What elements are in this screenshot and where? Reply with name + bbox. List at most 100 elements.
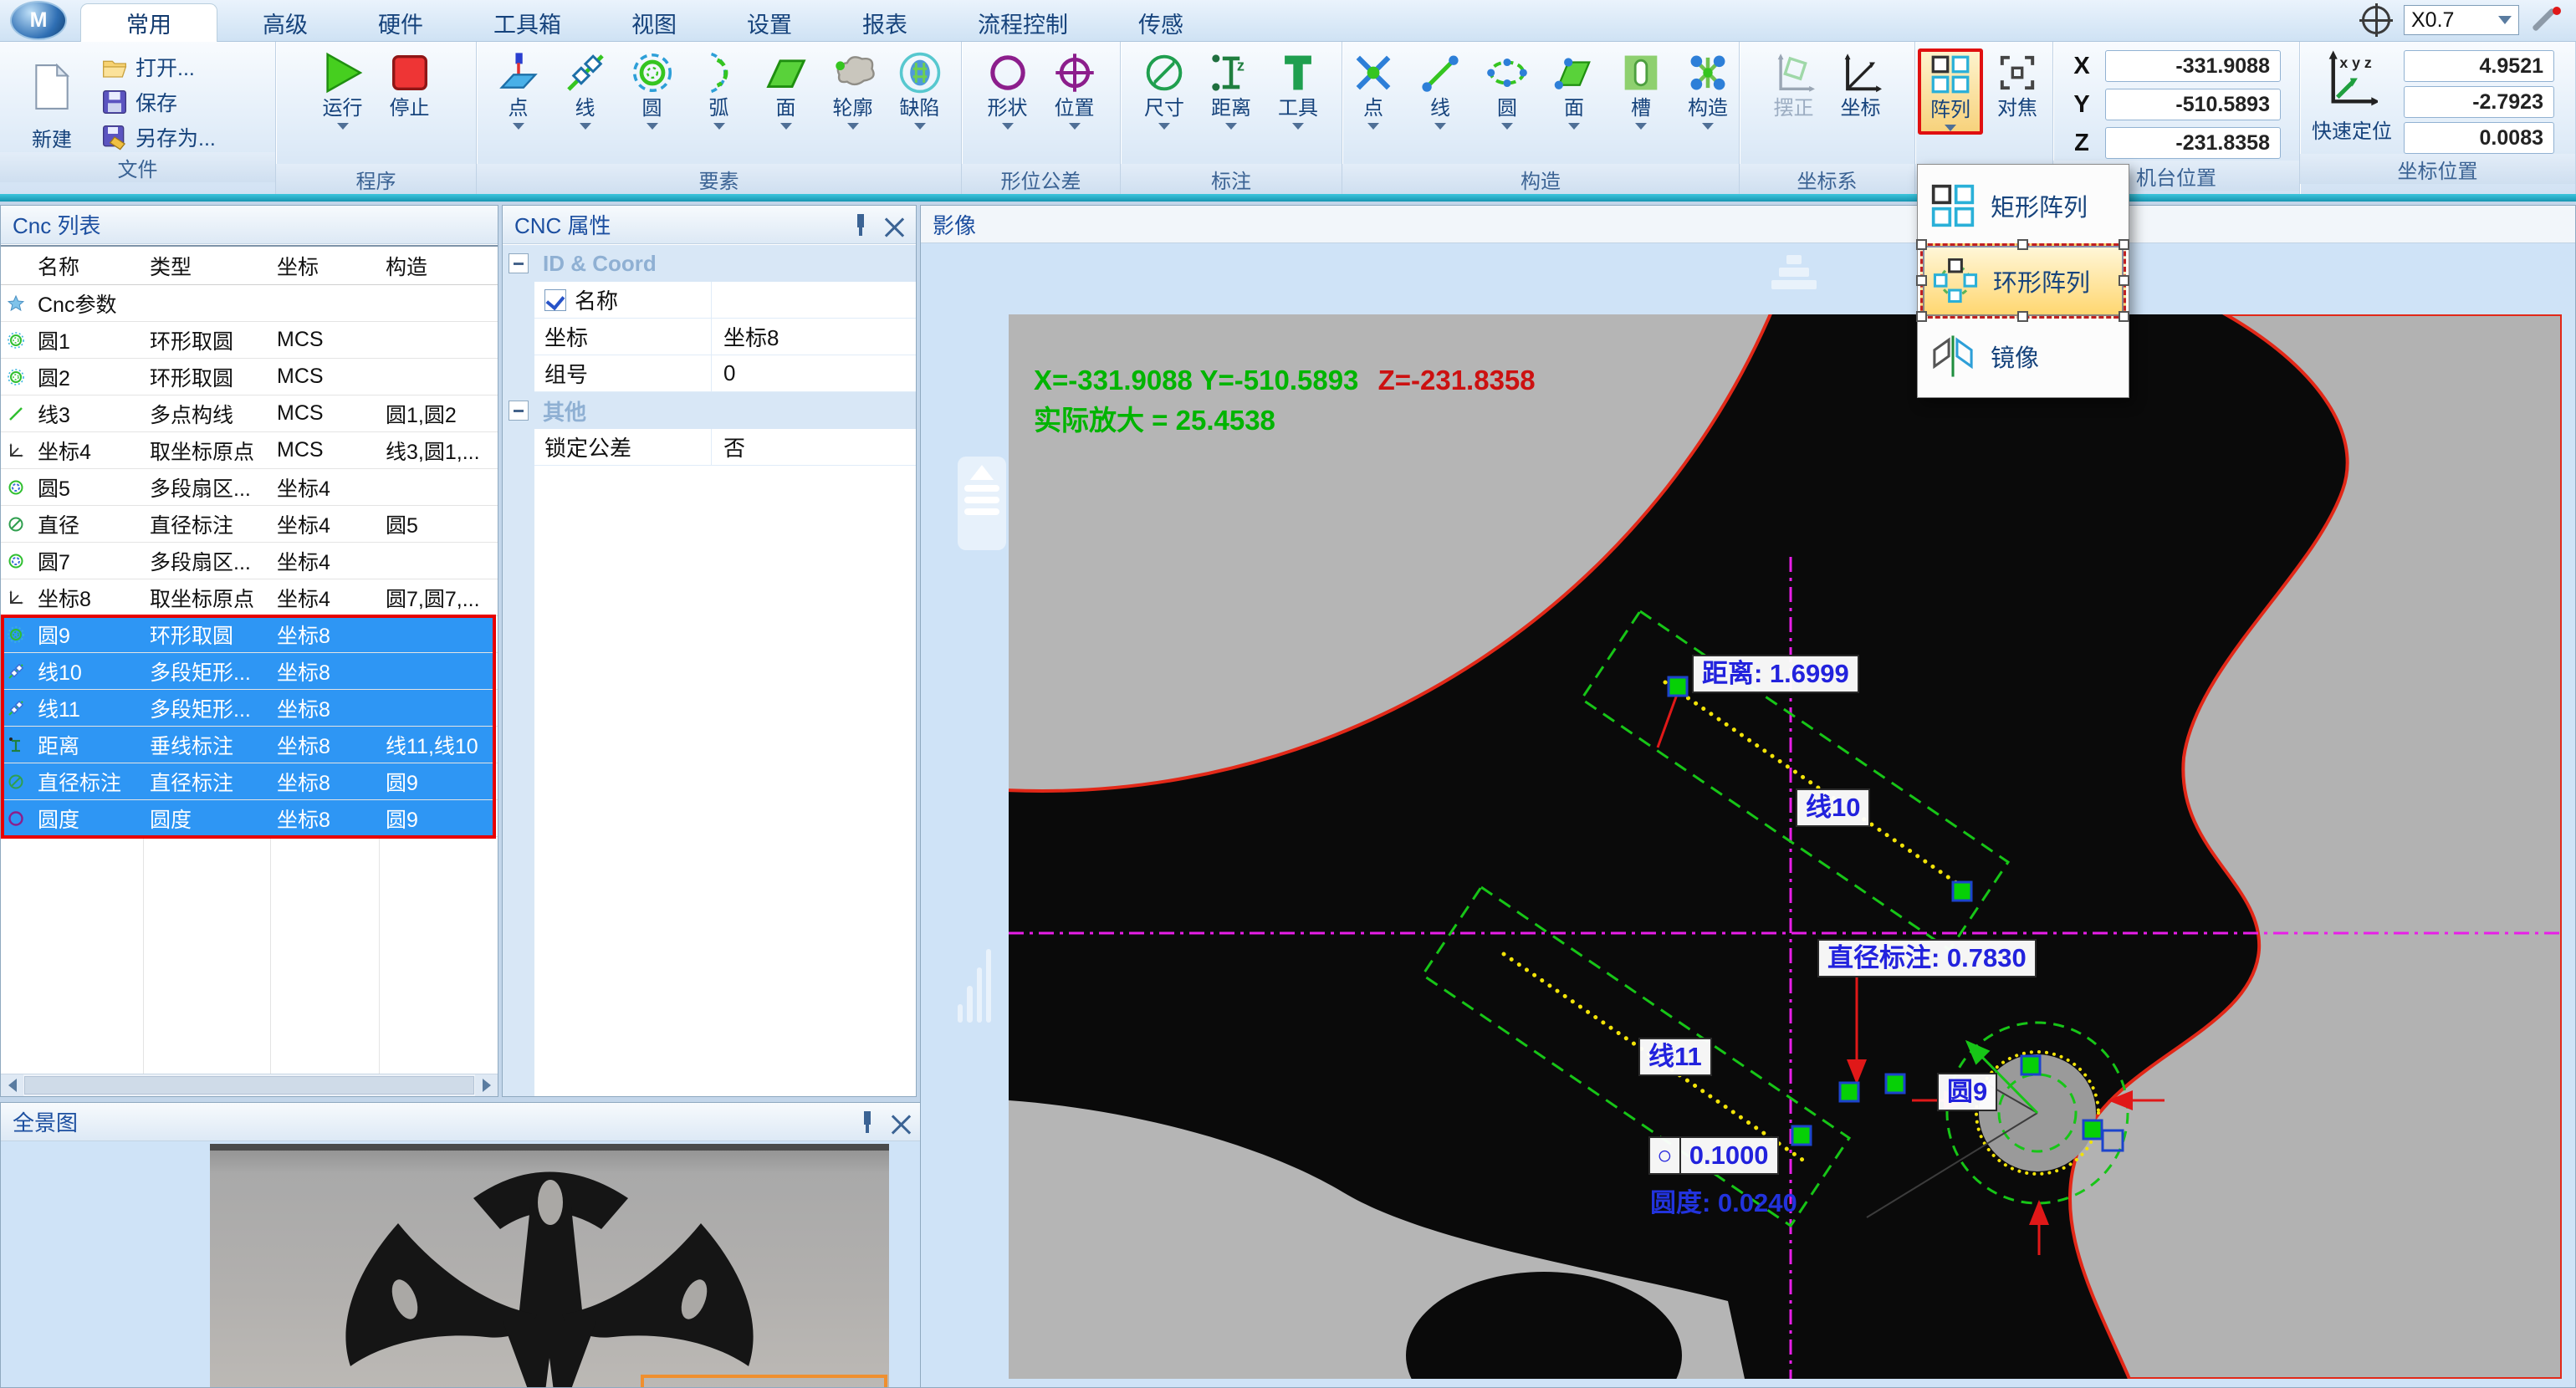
pyramid-levels-icon[interactable] (1767, 252, 1821, 305)
pin-icon[interactable] (857, 1111, 876, 1133)
menu-tab-常用[interactable]: 常用 (80, 3, 217, 42)
scroll-thumb[interactable] (24, 1076, 474, 1095)
table-row-圆5[interactable]: 圆5多段扇区...坐标4 (1, 469, 498, 506)
menu-tab-高级[interactable]: 高级 (238, 3, 333, 42)
ribbon-item-elements-轮廓[interactable]: 轮廓 (820, 48, 886, 130)
machine-x-value[interactable]: -331.9088 (2105, 50, 2281, 82)
app-logo[interactable]: M (10, 1, 67, 40)
column-header-构造[interactable]: 构造 (379, 247, 494, 284)
ribbon-item-program-运行[interactable]: 运行 (310, 48, 376, 130)
panorama-view-rect[interactable] (641, 1375, 887, 1387)
table-row-坐标8[interactable]: 坐标8取坐标原点坐标4圆7,圆7,... (1, 579, 498, 616)
menu-item-镜像[interactable]: 镜像 (1920, 319, 2126, 394)
lens-zoom-select[interactable]: X0.7 (2404, 5, 2519, 35)
ribbon-item-tools-对焦[interactable]: 对焦 (1985, 48, 2050, 120)
ribbon-item-elements-弧[interactable]: 弧 (687, 48, 752, 130)
table-row-Cnc参数[interactable]: Cnc参数 (1, 285, 498, 322)
ribbon-item-construct-面[interactable]: 面 (1541, 48, 1607, 130)
pen-tool-icon[interactable] (2533, 5, 2563, 35)
menu-tab-工具箱[interactable]: 工具箱 (468, 3, 586, 42)
column-header-名称[interactable]: 名称 (31, 247, 143, 284)
table-row-线10[interactable]: 线10多段矩形...坐标8 (1, 653, 498, 690)
menu-item-环形阵列[interactable]: 环形阵列 (1920, 243, 2126, 319)
machine-z-value[interactable]: -231.8358 (2105, 127, 2281, 159)
property-value[interactable]: 坐标8 (712, 319, 916, 355)
menu-tab-流程控制[interactable]: 流程控制 (953, 3, 1093, 42)
coord-value-2[interactable]: 0.0083 (2404, 122, 2554, 154)
checkbox-checked[interactable] (544, 289, 566, 311)
collapse-icon[interactable] (509, 401, 529, 421)
table-row-线3[interactable]: 线3多点构线MCS圆1,圆2 (1, 395, 498, 432)
coord-value-0[interactable]: 4.9521 (2404, 50, 2554, 82)
ribbon-item-elements-缺陷[interactable]: 缺陷 (887, 48, 953, 130)
property-section-ID & Coord[interactable]: ID & Coord (503, 245, 916, 282)
table-row-圆度[interactable]: 圆度圆度坐标8圆9 (1, 800, 498, 837)
property-value[interactable] (712, 282, 916, 318)
coord-value-1[interactable]: -2.7923 (2404, 86, 2554, 118)
ribbon-item-construct-槽[interactable]: 槽 (1608, 48, 1674, 130)
panorama-thumbnail[interactable] (210, 1144, 889, 1387)
ribbon-item-construct-点[interactable]: 点 (1341, 48, 1406, 130)
ribbon-item-csys-坐标[interactable]: 坐标 (1828, 48, 1894, 120)
column-header-坐标[interactable]: 坐标 (270, 247, 379, 284)
pin-icon[interactable] (851, 214, 869, 236)
property-section-其他[interactable]: 其他 (503, 392, 916, 429)
ribbon-item-csys-摆正[interactable]: 摆正 (1761, 48, 1827, 120)
ribbon-item-dimension-距离[interactable]: z距离 (1199, 48, 1264, 130)
close-icon[interactable] (884, 215, 904, 235)
menu-tab-传感[interactable]: 传感 (1113, 3, 1209, 42)
table-row-直径[interactable]: 直径直径标注坐标4圆5 (1, 506, 498, 543)
ribbon-item-elements-线[interactable]: 线 (553, 48, 618, 130)
ribbon-item-elements-面[interactable]: 面 (754, 48, 819, 130)
table-row-距离[interactable]: 距离垂线标注坐标8线11,线10 (1, 727, 498, 763)
ribbon-item-construct-线[interactable]: 线 (1408, 48, 1473, 130)
light-control-icon[interactable] (958, 457, 1006, 550)
ribbon-item-construct-圆[interactable]: 圆 (1475, 48, 1540, 130)
ribbon-item-dimension-尺寸[interactable]: 尺寸 (1132, 48, 1197, 130)
close-icon[interactable] (891, 1112, 911, 1132)
ribbon-item-gdt-形状[interactable]: 形状 (975, 48, 1040, 130)
ribbon-item-save-as[interactable]: 另存为... (100, 122, 216, 152)
table-row-线11[interactable]: 线11多段矩形...坐标8 (1, 690, 498, 727)
menu-tab-设置[interactable]: 设置 (722, 3, 817, 42)
ribbon-item-new[interactable]: 新建 (12, 47, 92, 152)
label-roundness-tolerance[interactable]: ○ 0.1000 (1648, 1136, 1779, 1175)
menu-tab-视图[interactable]: 视图 (606, 3, 702, 42)
menu-tab-报表[interactable]: 报表 (837, 3, 933, 42)
column-header-类型[interactable]: 类型 (143, 247, 270, 284)
label-diameter[interactable]: 直径标注: 0.7830 (1817, 939, 2037, 977)
scroll-right-button[interactable] (475, 1074, 498, 1096)
label-line11[interactable]: 线11 (1638, 1038, 1712, 1076)
quick-locate-button[interactable]: x y z快速定位 (2312, 48, 2392, 143)
ribbon-item-program-停止[interactable]: 停止 (377, 48, 442, 120)
ribbon-item-tools-阵列[interactable]: 阵列 (1918, 48, 1983, 135)
table-row-坐标4[interactable]: 坐标4取坐标原点MCS线3,圆1,... (1, 432, 498, 469)
property-value[interactable]: 0 (712, 355, 916, 391)
ribbon-item-gdt-位置[interactable]: 位置 (1042, 48, 1107, 130)
menu-tab-硬件[interactable]: 硬件 (353, 3, 448, 42)
panorama-view[interactable] (1, 1142, 923, 1387)
ribbon-item-open-folder[interactable]: 打开... (100, 52, 216, 82)
ribbon-item-elements-圆[interactable]: 圆 (620, 48, 685, 130)
scroll-left-button[interactable] (1, 1074, 23, 1096)
menu-item-矩形阵列[interactable]: 矩形阵列 (1920, 168, 2126, 243)
level-bars-icon[interactable] (951, 937, 998, 1031)
collapse-icon[interactable] (509, 253, 529, 273)
ribbon-item-dimension-工具[interactable]: 工具 (1265, 48, 1331, 130)
label-line10[interactable]: 线10 (1796, 788, 1870, 827)
label-circle9[interactable]: 圆9 (1937, 1073, 1997, 1111)
ribbon-item-construct-构造[interactable]: 构造 (1675, 48, 1740, 130)
stage-target-icon[interactable] (2362, 6, 2390, 34)
ribbon-item-save-disk[interactable]: 保存 (100, 87, 216, 117)
table-row-直径标注[interactable]: 直径标注直径标注坐标8圆9 (1, 763, 498, 800)
property-value[interactable]: 否 (712, 429, 916, 465)
camera-image-view[interactable] (1009, 314, 2562, 1379)
label-distance[interactable]: 距离: 1.6999 (1692, 655, 1859, 693)
ribbon-item-elements-点[interactable]: 点 (486, 48, 551, 130)
cnc-list-hscrollbar[interactable] (1, 1074, 498, 1096)
machine-y-value[interactable]: -510.5893 (2105, 89, 2281, 120)
table-row-圆9[interactable]: 圆9环形取圆坐标8 (1, 616, 498, 653)
table-row-圆2[interactable]: 圆2环形取圆MCS (1, 359, 498, 395)
label-roundness-result[interactable]: 圆度: 0.0240 (1650, 1181, 1797, 1219)
table-row-圆1[interactable]: 圆1环形取圆MCS (1, 322, 498, 359)
